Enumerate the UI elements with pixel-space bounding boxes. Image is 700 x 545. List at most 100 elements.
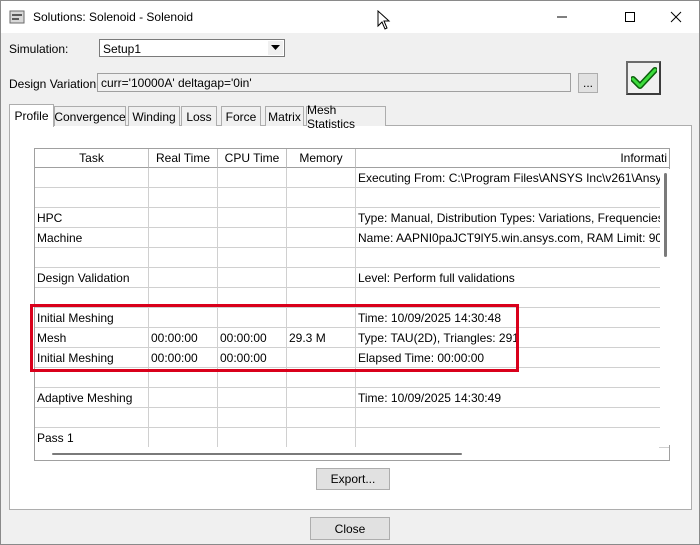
cell-real-time <box>149 308 218 328</box>
cell-information: Executing From: C:\Program Files\ANSYS I… <box>356 168 669 188</box>
table-row[interactable]: Adaptive Meshing Time: 10/09/2025 14:30:4… <box>35 388 669 408</box>
cell-memory <box>287 168 356 188</box>
table-row[interactable] <box>35 248 669 268</box>
cell-task <box>35 188 149 208</box>
table-row[interactable]: Pass 1 <box>35 428 669 448</box>
cell-information <box>356 368 669 388</box>
status-button[interactable] <box>626 61 661 95</box>
cell-task: HPC <box>35 208 149 228</box>
table-row[interactable]: HPC Type: Manual, Distribution Types: Var… <box>35 208 669 228</box>
close-icon <box>670 11 682 23</box>
header-information[interactable]: Informati <box>356 149 669 168</box>
cell-cpu-time <box>218 308 287 328</box>
cell-cpu-time: 00:00:00 <box>218 328 287 348</box>
export-button[interactable]: Export... <box>316 468 390 490</box>
cell-information: Elapsed Time: 00:00:00 <box>356 348 669 368</box>
cell-real-time: 00:00:00 <box>149 328 218 348</box>
cell-real-time: 00:00:00 <box>149 348 218 368</box>
cell-task: Pass 1 <box>35 428 149 448</box>
profile-table: Task Real Time CPU Time Memory Informati… <box>34 148 670 461</box>
table-header: Task Real Time CPU Time Memory Informati <box>35 149 669 168</box>
simulation-value: Setup1 <box>103 42 142 56</box>
cell-memory <box>287 408 356 428</box>
vertical-scroll-thumb[interactable] <box>664 173 667 257</box>
cell-task <box>35 288 149 308</box>
mouse-cursor-icon <box>377 10 391 30</box>
cell-real-time <box>149 168 218 188</box>
cell-cpu-time: 00:00:00 <box>218 348 287 368</box>
tab-winding[interactable]: Winding <box>128 106 180 126</box>
table-row[interactable] <box>35 368 669 388</box>
header-real-time[interactable]: Real Time <box>149 149 218 168</box>
cell-information: Type: TAU(2D), Triangles: 291 <box>356 328 669 348</box>
dropdown-arrow[interactable] <box>268 41 283 55</box>
cell-task: Adaptive Meshing <box>35 388 149 408</box>
cell-cpu-time <box>218 288 287 308</box>
close-button[interactable]: Close <box>310 517 390 540</box>
cell-memory <box>287 388 356 408</box>
cell-information: Name: AAPNI0paJCT9lY5.win.ansys.com, RAM… <box>356 228 669 248</box>
header-cpu-time[interactable]: CPU Time <box>218 149 287 168</box>
tab-loss[interactable]: Loss <box>181 106 217 126</box>
cell-task <box>35 408 149 428</box>
tab-mesh-statistics[interactable]: Mesh Statistics <box>306 103 386 131</box>
cell-memory <box>287 428 356 448</box>
simulation-label: Simulation: <box>9 42 69 56</box>
design-variation-label: Design Variation: <box>9 77 100 91</box>
cell-memory <box>287 228 356 248</box>
browse-button[interactable]: ... <box>578 73 598 93</box>
table-row[interactable]: Executing From: C:\Program Files\ANSYS I… <box>35 168 669 188</box>
cell-real-time <box>149 188 218 208</box>
horizontal-scroll-thumb[interactable] <box>52 453 462 455</box>
cell-task <box>35 168 149 188</box>
simulation-select[interactable]: Setup1 <box>99 39 285 57</box>
cell-memory: 29.3 M <box>287 328 356 348</box>
cell-real-time <box>149 408 218 428</box>
tab-force[interactable]: Force <box>221 106 261 126</box>
header-task[interactable]: Task <box>35 149 149 168</box>
cell-cpu-time <box>218 168 287 188</box>
cell-memory <box>287 368 356 388</box>
horizontal-scrollbar[interactable] <box>35 447 659 460</box>
cell-information: Type: Manual, Distribution Types: Variat… <box>356 208 669 228</box>
table-row[interactable]: Initial Meshing 00:00:00 00:00:00 Elapsed T… <box>35 348 669 368</box>
maximize-button[interactable] <box>607 1 653 33</box>
table-row[interactable] <box>35 408 669 428</box>
table-row[interactable]: Design Validation Level: Perform full val… <box>35 268 669 288</box>
cell-information <box>356 428 669 448</box>
cell-memory <box>287 348 356 368</box>
cell-task: Design Validation <box>35 268 149 288</box>
cell-cpu-time <box>218 208 287 228</box>
tab-convergence[interactable]: Convergence <box>54 106 126 126</box>
design-variation-field[interactable]: curr='10000A' deltagap='0in' <box>97 73 571 92</box>
cell-information <box>356 188 669 208</box>
close-window-button[interactable] <box>653 1 699 33</box>
cell-real-time <box>149 388 218 408</box>
table-row[interactable]: Mesh 00:00:00 00:00:00 29.3 M Type: TAU(2D),… <box>35 328 669 348</box>
tab-profile[interactable]: Profile <box>9 104 54 127</box>
vertical-scrollbar[interactable] <box>660 169 670 445</box>
table-row[interactable] <box>35 188 669 208</box>
header-memory[interactable]: Memory <box>287 149 356 168</box>
window-title: Solutions: Solenoid - Solenoid <box>33 10 194 24</box>
cell-cpu-time <box>218 368 287 388</box>
cell-real-time <box>149 368 218 388</box>
design-variation-value: curr='10000A' deltagap='0in' <box>101 76 252 90</box>
cell-memory <box>287 248 356 268</box>
cell-information <box>356 288 669 308</box>
table-row[interactable]: Initial Meshing Time: 10/09/2025 14:30:48 <box>35 308 669 328</box>
cell-task: Initial Meshing <box>35 348 149 368</box>
chevron-down-icon <box>271 45 280 50</box>
tab-matrix[interactable]: Matrix <box>265 106 304 126</box>
table-row[interactable] <box>35 288 669 308</box>
cell-memory <box>287 288 356 308</box>
cell-task: Initial Meshing <box>35 308 149 328</box>
cell-real-time <box>149 288 218 308</box>
cell-cpu-time <box>218 388 287 408</box>
cell-real-time <box>149 208 218 228</box>
title-bar[interactable]: Solutions: Solenoid - Solenoid <box>1 1 699 33</box>
minimize-button[interactable] <box>539 1 585 33</box>
cell-real-time <box>149 428 218 448</box>
cell-memory <box>287 308 356 328</box>
table-row[interactable]: Machine Name: AAPNI0paJCT9lY5.win.ansys.c… <box>35 228 669 248</box>
